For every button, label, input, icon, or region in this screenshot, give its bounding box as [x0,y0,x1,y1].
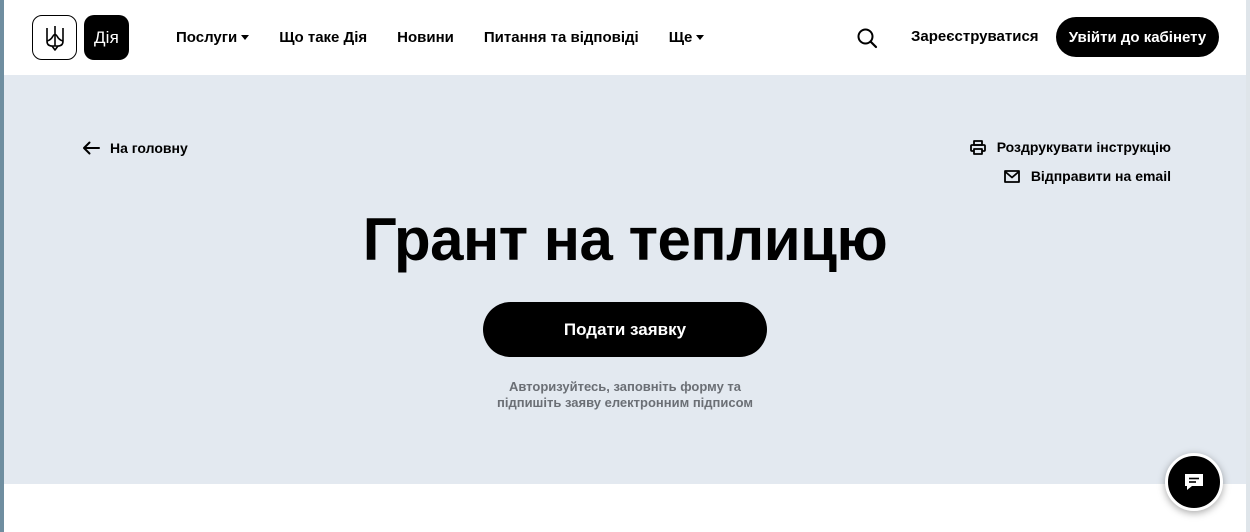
nav-item-label: Ще [668,29,693,46]
email-link-label: Відправити на email [1030,168,1171,184]
nav-item-label: Новини [397,29,454,46]
caret-down-icon [696,35,705,40]
arrow-left-icon [83,141,100,155]
apply-hint: Авторизуйтесь, заповніть форму та підпиш… [4,379,1246,411]
search-button[interactable] [856,27,878,49]
nav-item-faq[interactable]: Питання та відповіді [484,29,639,46]
main-nav: Послуги Що таке Дія Новини Питання та ві… [176,0,734,75]
printer-icon [969,139,986,155]
caret-down-icon [241,35,250,40]
nav-item-news[interactable]: Новини [397,29,454,46]
nav-item-label: Послуги [176,29,238,46]
site-header: Дія Послуги Що таке Дія Новини Питання т… [4,0,1246,75]
print-link-label: Роздрукувати інструкцію [996,139,1171,155]
hero-section: На головну Роздрукувати інструкцію Відпр… [4,75,1246,484]
nav-item-about[interactable]: Що таке Дія [279,29,367,46]
logo-text: Дія [93,27,120,47]
page-title: Грант на теплицю [362,206,888,273]
nav-item-label: Що таке Дія [279,29,368,46]
back-to-home-link[interactable]: На головну [82,140,188,156]
chat-icon [1185,474,1203,490]
envelope-icon [1003,169,1020,183]
send-email-link[interactable]: Відправити на email [1003,168,1171,184]
register-link[interactable]: Зареєструватися [911,28,1039,45]
background-window-edge [1246,0,1250,532]
nav-item-services[interactable]: Послуги [176,29,250,46]
back-link-label: На головну [110,140,188,156]
nav-item-label: Питання та відповіді [483,29,639,46]
print-instruction-link[interactable]: Роздрукувати інструкцію [969,139,1171,155]
trident-icon [45,25,64,51]
apply-button[interactable]: Подати заявку [483,302,767,357]
hint-line: підпишіть заяву електронним підписом [497,395,753,410]
nav-item-more[interactable]: Ще [669,29,705,46]
diia-logo-button[interactable]: Дія [84,15,129,60]
login-button[interactable]: Увійти до кабінету [1056,17,1219,57]
chat-button[interactable] [1165,453,1223,511]
search-icon [857,28,878,49]
page: Дія Послуги Що таке Дія Новини Питання т… [4,0,1246,532]
hint-line: Авторизуйтесь, заповніть форму та [508,379,742,394]
trident-logo-button[interactable] [32,15,77,60]
